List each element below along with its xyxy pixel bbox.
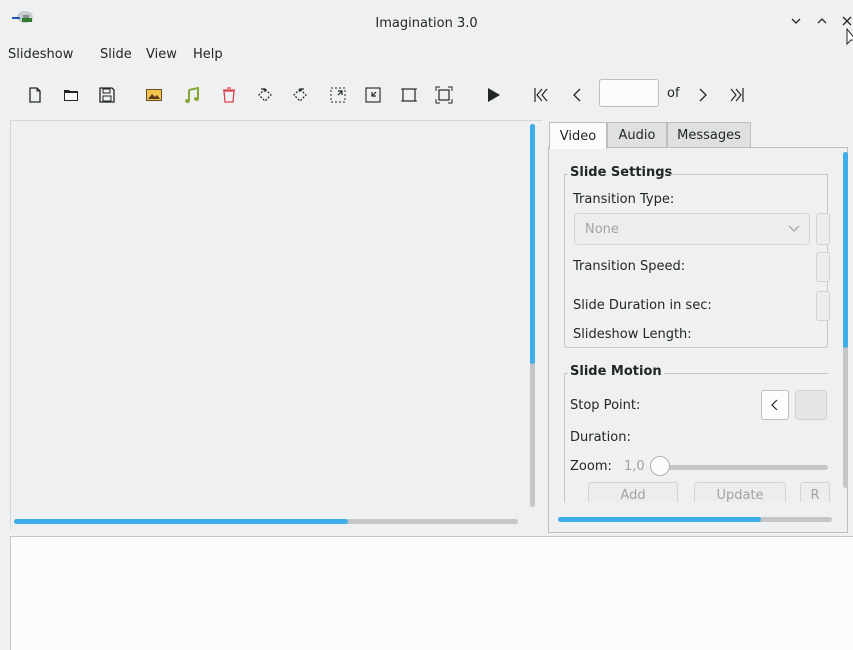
preview-button[interactable] — [482, 84, 504, 106]
of-label: of — [667, 86, 680, 101]
save-slideshow-button[interactable] — [96, 84, 118, 106]
import-pictures-button[interactable] — [143, 84, 165, 106]
first-slide-button[interactable] — [530, 84, 552, 106]
new-slideshow-button[interactable] — [24, 84, 46, 106]
maximize-icon[interactable] — [815, 14, 829, 28]
chevron-right-icon — [699, 88, 707, 102]
last-slide-button[interactable] — [726, 84, 748, 106]
rotate-left-icon — [258, 88, 272, 102]
zoom-normal-button[interactable] — [398, 84, 420, 106]
zoom-out-icon — [365, 87, 381, 103]
thumbnail-strip[interactable] — [10, 536, 853, 650]
transition-type-label: Transition Type: — [573, 192, 675, 207]
tab-audio[interactable]: Audio — [607, 122, 667, 148]
tab-video[interactable]: Video — [549, 122, 607, 149]
slideshow-length-label: Slideshow Length: — [573, 327, 692, 342]
menu-help[interactable]: Help — [193, 47, 223, 62]
save-icon — [99, 87, 115, 103]
stop-point-field[interactable] — [795, 390, 827, 420]
slide-settings-title: Slide Settings — [570, 165, 673, 180]
slide-duration-spinner[interactable] — [816, 291, 830, 321]
chevron-left-icon — [573, 88, 581, 102]
close-icon[interactable] — [840, 14, 853, 28]
slides-vertical-scroll-thumb[interactable] — [530, 124, 535, 364]
slide-motion-title: Slide Motion — [570, 364, 662, 379]
rotate-left-button[interactable] — [254, 84, 276, 106]
window-title: Imagination 3.0 — [375, 16, 478, 31]
menu-slide[interactable]: Slide — [100, 47, 132, 62]
first-icon — [534, 88, 548, 102]
zoom-out-button[interactable] — [362, 84, 384, 106]
slide-number-input[interactable] — [599, 79, 659, 107]
play-icon — [488, 88, 500, 102]
zoom-label: Zoom: — [570, 459, 612, 474]
rotate-right-button[interactable] — [289, 84, 311, 106]
zoom-fit-button[interactable] — [433, 84, 455, 106]
slide-settings-line — [670, 174, 828, 175]
slides-horizontal-scroll-thumb[interactable] — [14, 519, 348, 524]
slide-settings-line-left — [564, 174, 568, 175]
zoom-in-icon — [330, 87, 346, 103]
slides-area[interactable] — [10, 120, 542, 530]
music-note-icon — [185, 86, 199, 103]
slide-motion-frame-left — [564, 373, 565, 503]
settings-horizontal-scroll-thumb[interactable] — [558, 517, 761, 522]
zoom-fit-icon — [435, 86, 453, 104]
folder-icon — [64, 90, 78, 101]
open-slideshow-button[interactable] — [60, 84, 82, 106]
rotate-right-icon — [293, 88, 307, 102]
transition-preview-stub[interactable] — [816, 213, 830, 245]
duration-label: Duration: — [570, 430, 631, 445]
stop-point-label: Stop Point: — [570, 398, 641, 413]
stop-point-prev-button[interactable] — [761, 390, 789, 420]
zoom-in-button[interactable] — [327, 84, 349, 106]
transition-type-select[interactable]: None — [574, 213, 810, 245]
zoom-value: 1,0 — [624, 459, 645, 474]
chevron-left-icon — [771, 399, 778, 411]
transition-type-value: None — [585, 222, 619, 237]
update-stop-point-button[interactable]: Update — [694, 482, 786, 502]
zoom-slider-handle[interactable] — [650, 456, 670, 476]
slide-motion-line — [664, 373, 828, 374]
new-file-icon — [29, 87, 41, 103]
chevron-down-icon — [788, 225, 800, 232]
transition-speed-select[interactable] — [816, 252, 830, 282]
import-audio-button[interactable] — [181, 84, 203, 106]
trash-icon — [223, 87, 235, 103]
slide-duration-label: Slide Duration in sec: — [573, 298, 712, 313]
tab-messages[interactable]: Messages — [667, 122, 751, 148]
add-stop-point-button[interactable]: Add — [588, 482, 678, 502]
fit-icon — [401, 88, 417, 102]
next-slide-button[interactable] — [692, 84, 714, 106]
last-icon — [730, 88, 744, 102]
transition-speed-label: Transition Speed: — [573, 259, 686, 274]
remove-stop-point-button[interactable]: R — [800, 482, 830, 502]
minimize-icon[interactable] — [789, 14, 803, 28]
settings-vertical-scroll-thumb[interactable] — [843, 152, 848, 348]
delete-slide-button[interactable] — [218, 84, 240, 106]
menu-view[interactable]: View — [146, 47, 177, 62]
picture-icon — [146, 89, 162, 101]
menu-slideshow[interactable]: Slideshow — [8, 47, 73, 62]
zoom-slider-track[interactable] — [660, 465, 828, 470]
prev-slide-button[interactable] — [566, 84, 588, 106]
